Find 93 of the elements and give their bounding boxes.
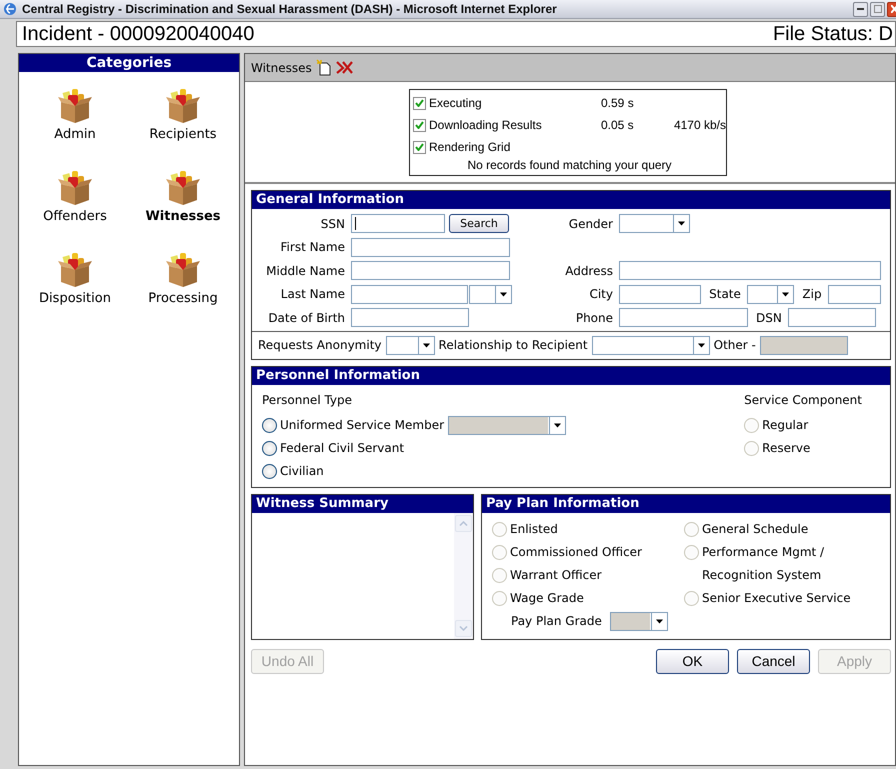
field-label: Gender [568,216,613,231]
maximize-icon [874,5,882,13]
box-icon [58,168,92,206]
field-label: Address [564,264,613,278]
dialog-button[interactable]: Cancel [737,648,810,674]
dropdown[interactable] [619,214,690,234]
radio-label: Warrant Officer [510,566,602,584]
box-icon [166,168,200,206]
minimize-icon [857,8,864,10]
check-icon [415,143,424,151]
dropdown[interactable] [746,284,794,304]
section-header: Pay Plan Information [482,494,890,512]
radio-label: General Schedule [702,520,808,538]
field-label: Last Name [280,287,345,302]
section-header: Personnel Information [252,366,890,384]
new-document-icon[interactable] [316,59,332,76]
check-icon [415,121,424,129]
scroll-up-icon [459,520,468,526]
step-label: Rendering Grid [429,140,512,154]
status-message: No records found matching your query [466,158,673,172]
section-header: Witness Summary [252,494,473,512]
checkbox[interactable] [413,118,426,132]
last-name-field[interactable] [351,284,468,304]
search-button[interactable]: Search [449,214,509,234]
first-name-field[interactable] [351,238,510,257]
zip-field[interactable] [828,284,881,304]
field-label: Phone [574,310,613,325]
group-label: Personnel Type [262,392,354,408]
radio-label: Civilian [280,464,324,478]
window-title: Central Registry - Discrimination and Sexual Harassment (DASH) - Microsoft Internet Explorer [22,2,558,16]
dropdown[interactable] [386,336,435,354]
radio-button[interactable] [262,418,277,432]
radio-label: Regular [762,418,808,432]
dsn-field[interactable] [788,308,876,328]
radio-label: Senior Executive Service [702,590,851,606]
field-label: SSN [320,216,345,231]
step-label: Downloading Results [429,118,543,132]
close-icon [891,5,896,13]
field-label: Relationship to Recipient [438,338,588,352]
checkbox[interactable] [413,96,426,110]
field-label: First Name [280,240,345,254]
category-item[interactable]: Disposition [21,250,129,314]
middle-name-field[interactable] [351,261,510,280]
field-label: DSN [756,310,782,325]
radio-label: Performance Mgmt / Recognition System [702,544,826,584]
step-rate: 4170 kb/s [674,118,726,132]
ssn-field[interactable] [351,214,445,234]
check-icon [415,99,424,107]
field-label: Requests Anonymity [258,338,382,352]
radio-label: Federal Civil Servant [280,441,404,455]
radio-label: Wage Grade [510,590,584,606]
category-item[interactable]: Processing [129,250,237,314]
minimize-button[interactable] [853,2,868,16]
checkbox[interactable] [413,140,426,154]
box-icon [58,86,92,124]
dialog-button[interactable]: OK [656,648,729,674]
step-label: Executing [429,96,483,110]
address-field[interactable] [619,261,881,280]
step-time: 0.59 s [601,96,634,110]
radio-label: Commissioned Officer [510,544,642,560]
field-label: Other - [714,338,756,352]
radio-label: Uniformed Service Member [280,418,444,432]
dropdown[interactable] [592,336,710,354]
group-label: Service Component [744,392,862,408]
field-label: Zip [802,287,822,302]
scroll-down-icon [459,626,468,630]
panel-header: Categories [19,54,239,72]
step-time: 0.05 s [600,118,634,132]
field-label: Pay Plan Grade [511,614,602,628]
category-item[interactable]: Admin [21,86,129,150]
radio-button[interactable] [262,464,277,478]
category-item[interactable]: Recipients [129,86,237,150]
file-status: File Status: D [772,22,893,46]
incident-number: Incident - 0000920040040 [22,22,254,46]
category-item[interactable]: Offenders [21,168,129,232]
city-field[interactable] [619,284,702,304]
phone-field[interactable] [619,308,748,328]
radio-label: Reserve [762,441,810,455]
category-item[interactable]: Witnesses [129,168,237,232]
field-label: City [588,287,613,302]
box-icon [166,250,200,288]
radio-label: Enlisted [510,520,558,538]
scrollbar[interactable] [454,512,473,638]
field-label: State [709,287,741,302]
date-of-birth-field[interactable] [351,308,469,328]
toolbar-title: Witnesses [251,60,312,74]
radio-button[interactable] [262,440,277,456]
field-label: Middle Name [265,264,345,278]
section-header: General Information [252,191,890,209]
box-icon [166,86,200,124]
box-icon [58,250,92,288]
dropdown[interactable] [469,284,512,304]
field-label: Date of Birth [267,310,345,325]
